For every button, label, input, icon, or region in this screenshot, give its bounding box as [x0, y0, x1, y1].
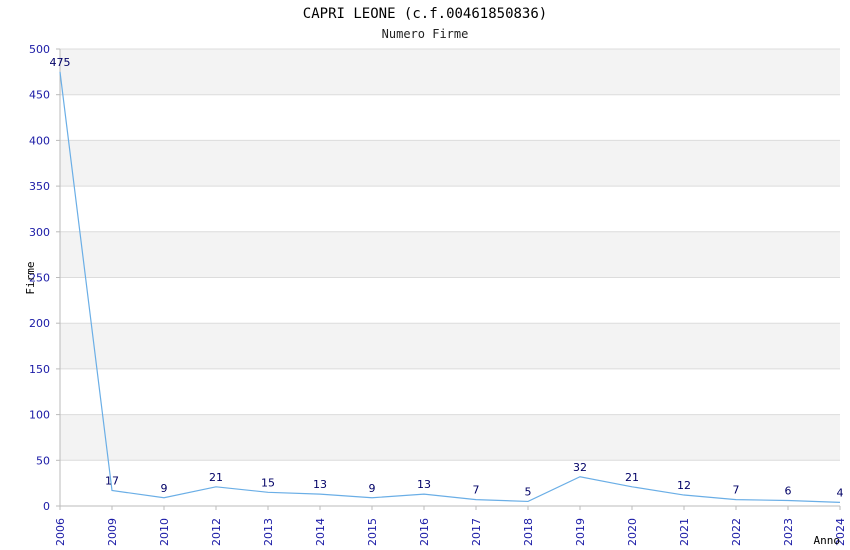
- x-tick-label: 2006: [54, 518, 67, 546]
- data-label: 13: [313, 478, 327, 491]
- grid-band: [60, 277, 840, 324]
- data-label: 4: [837, 486, 844, 499]
- x-tick-label: 2015: [366, 518, 379, 546]
- x-tick-label: 2020: [626, 518, 639, 546]
- y-tick-label: 450: [29, 89, 50, 102]
- grid-band: [60, 186, 840, 232]
- x-axis-label: Anno: [814, 534, 841, 547]
- x-tick-label: 2016: [418, 518, 431, 546]
- grid-band: [60, 140, 840, 187]
- data-label: 32: [573, 461, 587, 474]
- y-tick-label: 300: [29, 226, 50, 239]
- grid-band: [60, 460, 840, 506]
- data-label: 5: [525, 485, 532, 498]
- data-label: 7: [473, 484, 480, 497]
- y-tick-label: 100: [29, 409, 50, 422]
- data-label: 9: [161, 482, 168, 495]
- x-tick-label: 2021: [678, 518, 691, 546]
- y-tick-label: 150: [29, 363, 50, 376]
- grid-band: [60, 414, 840, 461]
- data-label: 13: [417, 478, 431, 491]
- line-chart: 050100150200250300350400450500 2006 2009 2…: [24, 43, 847, 547]
- data-label: 9: [369, 482, 376, 495]
- x-tick-label: 2010: [158, 518, 171, 546]
- data-label: 21: [625, 471, 639, 484]
- y-tick-label: 400: [29, 134, 50, 147]
- data-label: 475: [50, 56, 71, 69]
- data-label: 12: [677, 479, 691, 492]
- grid-band: [60, 94, 840, 141]
- data-label: 15: [261, 476, 275, 489]
- grid-band: [60, 231, 840, 278]
- x-tick-label: 2014: [314, 518, 327, 546]
- x-axis-ticks: 2006 2009 2010 2012 2013 2014 2015 2016 2017 2018…: [54, 506, 847, 546]
- x-tick-label: 2012: [210, 518, 223, 546]
- y-axis-label: Firme: [24, 261, 37, 294]
- data-label: 6: [785, 485, 792, 498]
- data-label: 17: [105, 474, 119, 487]
- y-tick-label: 50: [36, 454, 50, 467]
- data-label: 7: [733, 484, 740, 497]
- x-tick-label: 2009: [106, 518, 119, 546]
- x-tick-label: 2023: [782, 518, 795, 546]
- y-tick-label: 200: [29, 317, 50, 330]
- x-tick-label: 2017: [470, 518, 483, 546]
- x-tick-label: 2013: [262, 518, 275, 546]
- x-tick-label: 2022: [730, 518, 743, 546]
- y-tick-label: 500: [29, 43, 50, 56]
- x-tick-label: 2018: [522, 518, 535, 546]
- y-tick-label: 350: [29, 180, 50, 193]
- grid-band: [60, 368, 840, 415]
- grid-band: [60, 323, 840, 369]
- grid-band: [60, 49, 840, 95]
- x-tick-label: 2019: [574, 518, 587, 546]
- data-label: 21: [209, 471, 223, 484]
- y-tick-label: 0: [43, 500, 50, 513]
